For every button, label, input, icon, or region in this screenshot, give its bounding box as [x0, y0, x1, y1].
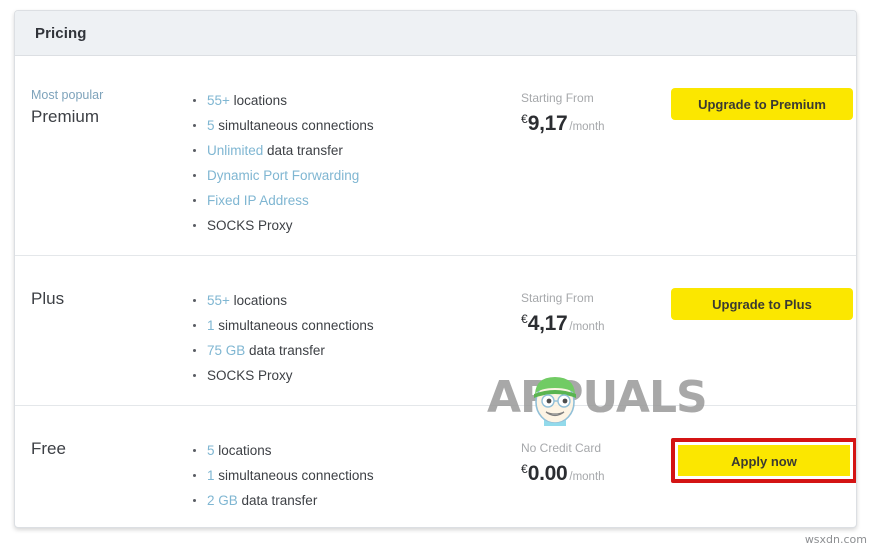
plan-cta-button[interactable]: Upgrade to Plus	[671, 288, 853, 320]
feature-highlight: 5	[207, 443, 215, 458]
feature-highlight: 2 GB	[207, 493, 238, 508]
feature-highlight: Dynamic Port Forwarding	[207, 168, 360, 183]
plan-features-cell: 55+ locations 1 simultaneous connections 7…	[191, 288, 521, 388]
feature-text: data transfer	[237, 493, 318, 508]
price-amount: 9,17	[527, 112, 568, 135]
plan-row: Free 5 locations 1 simultaneous connection…	[15, 406, 856, 527]
feature-item: 55+ locations	[191, 288, 521, 313]
plan-features-cell: 55+ locations 5 simultaneous connections U…	[191, 88, 521, 238]
feature-text: SOCKS Proxy	[207, 218, 293, 233]
plan-title: Premium	[31, 107, 100, 126]
currency-symbol: €	[521, 112, 528, 126]
price-label: Starting From	[521, 291, 594, 305]
feature-item: SOCKS Proxy	[191, 363, 521, 388]
price-period: /month	[569, 471, 605, 483]
plan-price-cell: Starting From €9,17/month	[521, 88, 671, 139]
feature-text: locations	[214, 443, 272, 458]
corner-watermark: wsxdn.com	[804, 533, 867, 546]
feature-text: locations	[229, 293, 287, 308]
plan-title: Plus	[31, 289, 65, 308]
feature-item: 1 simultaneous connections	[191, 463, 521, 488]
plan-name-cell: Free	[15, 438, 191, 460]
price-label: No Credit Card	[521, 441, 602, 455]
plan-cta-button[interactable]: Upgrade to Premium	[671, 88, 853, 120]
pricing-card: Pricing Most popular Premium 55+ locations…	[14, 10, 857, 528]
card-header: Pricing	[15, 11, 856, 56]
price-value: €9,17/month	[521, 107, 671, 139]
feature-highlight: 75 GB	[207, 343, 246, 358]
feature-highlight: Unlimited	[207, 143, 264, 158]
annotation-highlight-box: Apply now	[671, 438, 856, 483]
plan-price-cell: Starting From €4,17/month	[521, 288, 671, 339]
feature-item: 5 locations	[191, 438, 521, 463]
currency-symbol: €	[521, 462, 528, 476]
price-value: €4,17/month	[521, 307, 671, 339]
feature-text: data transfer	[263, 143, 343, 158]
feature-list: 55+ locations 1 simultaneous connections 7…	[191, 288, 521, 388]
plan-title: Free	[31, 439, 66, 458]
feature-list: 5 locations 1 simultaneous connections 2 G…	[191, 438, 521, 513]
feature-list: 55+ locations 5 simultaneous connections U…	[191, 88, 521, 238]
feature-text: simultaneous connections	[214, 468, 374, 483]
feature-item: 75 GB data transfer	[191, 338, 521, 363]
currency-symbol: €	[521, 312, 528, 326]
feature-highlight: Fixed IP Address	[207, 193, 309, 208]
plan-price-cell: No Credit Card €0.00/month	[521, 438, 671, 489]
feature-item: 55+ locations	[191, 88, 521, 113]
plan-name-cell: Most popular Premium	[15, 88, 191, 128]
feature-text: simultaneous connections	[214, 118, 374, 133]
feature-text: simultaneous connections	[214, 318, 374, 333]
plan-list: Most popular Premium 55+ locations 5 simult…	[15, 56, 856, 527]
feature-item: 2 GB data transfer	[191, 488, 521, 513]
most-popular-badge: Most popular	[31, 88, 104, 102]
plan-name-cell: Plus	[15, 288, 191, 310]
plan-action-cell: Upgrade to Plus	[671, 288, 856, 320]
button-wrapper: Upgrade to Plus	[671, 288, 853, 320]
plan-action-cell: Apply now	[671, 438, 856, 483]
price-amount: 0.00	[527, 462, 568, 485]
feature-text: locations	[229, 93, 287, 108]
price-period: /month	[569, 321, 605, 333]
feature-highlight: 1	[207, 468, 215, 483]
page-title: Pricing	[35, 24, 87, 42]
feature-item: Unlimited data transfer	[191, 138, 521, 163]
plan-row: Plus 55+ locations 1 simultaneous connecti…	[15, 256, 856, 406]
plan-row: Most popular Premium 55+ locations 5 simult…	[15, 56, 856, 256]
price-label: Starting From	[521, 91, 594, 105]
feature-text: data transfer	[245, 343, 325, 358]
plan-features-cell: 5 locations 1 simultaneous connections 2 G…	[191, 438, 521, 513]
feature-highlight: 55+	[207, 93, 230, 108]
feature-item: 5 simultaneous connections	[191, 113, 521, 138]
feature-text: SOCKS Proxy	[207, 368, 293, 383]
feature-highlight: 55+	[207, 293, 230, 308]
feature-item: 1 simultaneous connections	[191, 313, 521, 338]
feature-highlight: 1	[207, 318, 215, 333]
price-period: /month	[569, 121, 605, 133]
feature-item: Dynamic Port Forwarding	[191, 163, 521, 188]
price-value: €0.00/month	[521, 457, 671, 489]
price-amount: 4,17	[527, 312, 568, 335]
plan-action-cell: Upgrade to Premium	[671, 88, 856, 120]
feature-item: Fixed IP Address	[191, 188, 521, 213]
plan-cta-button[interactable]: Apply now	[678, 445, 850, 476]
button-wrapper: Upgrade to Premium	[671, 88, 853, 120]
feature-item: SOCKS Proxy	[191, 213, 521, 238]
feature-highlight: 5	[207, 118, 215, 133]
